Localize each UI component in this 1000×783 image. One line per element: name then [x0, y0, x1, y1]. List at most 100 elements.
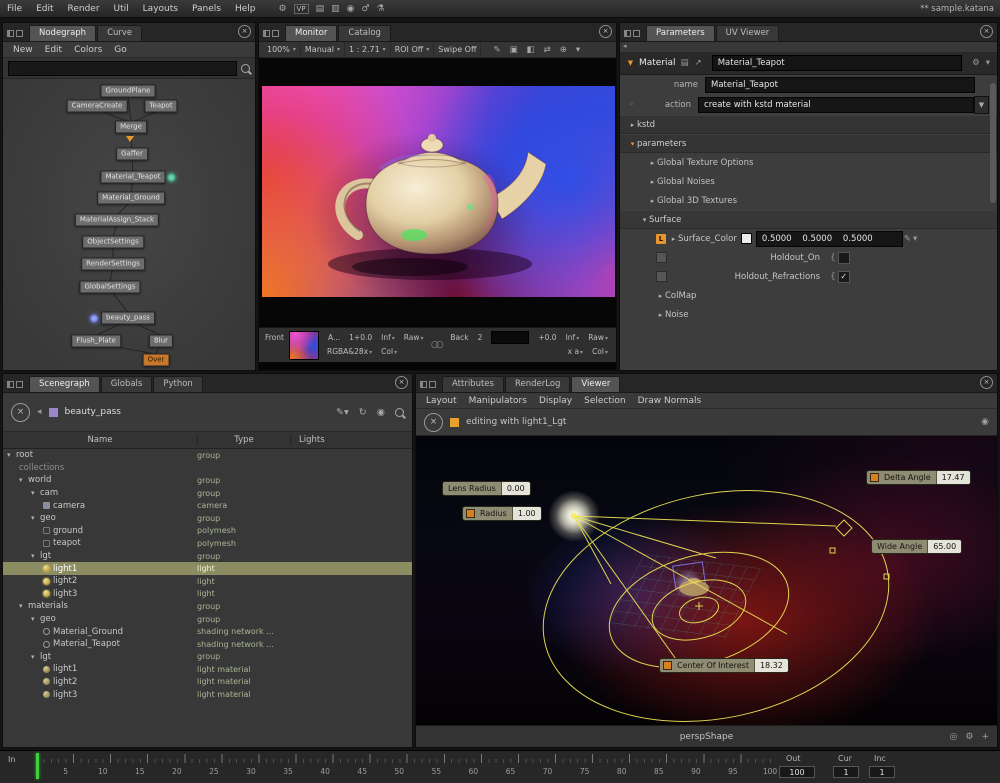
column-name[interactable]: Name: [3, 435, 198, 445]
background-swatch[interactable]: [491, 331, 529, 344]
scenegraph-row-light3[interactable]: light3light material: [3, 688, 412, 701]
search-icon[interactable]: [395, 408, 404, 417]
monitor-dropdown-swipe-off[interactable]: Swipe Off: [434, 42, 481, 57]
scenegraph-row-teapot[interactable]: teapotpolymesh: [3, 537, 412, 550]
expander-icon[interactable]: ▾: [31, 552, 40, 560]
scrollbar[interactable]: [990, 83, 996, 203]
scenegraph-row-light1[interactable]: light1light: [3, 562, 412, 575]
inf-dropdown[interactable]: Inf▾: [381, 333, 395, 342]
param-group-global-3d-textures[interactable]: ▸Global 3D Textures: [620, 191, 997, 210]
node-material_teapot[interactable]: Material_Teapot: [100, 171, 165, 184]
monitor-image-area[interactable]: [259, 58, 616, 327]
monitor-dropdown-roi-off[interactable]: ROI Off▾: [391, 42, 435, 57]
expander-icon[interactable]: ▾: [19, 476, 28, 484]
close-icon[interactable]: ×: [980, 25, 993, 38]
scenegraph-row-collections[interactable]: collections: [3, 462, 412, 475]
kstd-group-row[interactable]: ▸kstd: [620, 115, 997, 134]
tab-uv-viewer[interactable]: UV Viewer: [716, 25, 780, 41]
scenegraph-row-lgt[interactable]: ▾lgtgroup: [3, 550, 412, 563]
refresh-icon[interactable]: ↻: [359, 407, 367, 418]
scenegraph-row-material_ground[interactable]: Material_Groundshading network ...: [3, 625, 412, 638]
expander-icon[interactable]: ▾: [31, 653, 40, 661]
monitor-dropdown-manual[interactable]: Manual▾: [301, 42, 345, 57]
catalog-slot[interactable]: A...: [328, 333, 340, 342]
column-type[interactable]: Type: [198, 435, 291, 445]
pane-icons[interactable]: [624, 30, 640, 37]
node-cameracreate[interactable]: CameraCreate: [67, 100, 128, 113]
timeline[interactable]: In 5101520253035404550556065707580859095…: [0, 750, 1000, 783]
expander-icon[interactable]: ▾: [31, 514, 40, 522]
update-toggle-icon[interactable]: ◉: [981, 417, 989, 427]
node-objectsettings[interactable]: ObjectSettings: [82, 236, 144, 249]
pen-icon[interactable]: ✎▾: [336, 407, 349, 418]
working-set-icon[interactable]: ×: [11, 403, 30, 422]
node-beauty_pass[interactable]: beauty_pass: [101, 312, 155, 325]
viewer-3d-viewport[interactable]: Lens Radius0.00Radius1.00Delta Angle17.4…: [416, 436, 997, 725]
scenegraph-row-root[interactable]: ▾rootgroup: [3, 449, 412, 462]
gear-icon[interactable]: ⚙: [965, 732, 973, 742]
node-blur[interactable]: Blur: [149, 335, 173, 348]
tab-viewer[interactable]: Viewer: [571, 376, 620, 392]
live-update-icon[interactable]: ◉: [377, 407, 385, 418]
menu-help[interactable]: Help: [228, 4, 263, 14]
playhead[interactable]: [36, 753, 39, 779]
pane-icons[interactable]: [7, 30, 23, 37]
colorspace-dropdown[interactable]: Col▾: [381, 347, 397, 356]
holdout-refractions-checkbox[interactable]: ✓: [838, 271, 850, 283]
back-inf-dropdown[interactable]: Inf▾: [566, 333, 580, 342]
tab-python[interactable]: Python: [153, 376, 202, 392]
color-menu-icon[interactable]: ▾: [912, 234, 918, 244]
noise-group-row[interactable]: ▸Noise: [620, 305, 997, 324]
tab-curve[interactable]: Curve: [97, 25, 142, 41]
viewer-menu-selection[interactable]: Selection: [578, 396, 631, 406]
tab-scenegraph[interactable]: Scenegraph: [29, 376, 100, 392]
raw-dropdown[interactable]: Raw▾: [404, 333, 424, 342]
back-label[interactable]: Back: [450, 333, 468, 342]
action-dropdown-arrow[interactable]: ▼: [974, 96, 989, 114]
param-history-arrow[interactable]: ◂: [620, 42, 997, 51]
front-label[interactable]: Front: [265, 333, 284, 342]
tab-attributes[interactable]: Attributes: [442, 376, 504, 392]
working-set-icon[interactable]: ×: [424, 413, 443, 432]
gear-icon[interactable]: ⚙: [278, 4, 286, 14]
manipulator-label-center-of-interest[interactable]: Center Of Interest18.32: [659, 658, 789, 673]
camera-name[interactable]: perspShape: [680, 732, 734, 742]
scenegraph-row-camera[interactable]: cameracamera: [3, 499, 412, 512]
flask-icon[interactable]: ⚗: [377, 4, 385, 14]
pane-icons[interactable]: [263, 30, 279, 37]
viewer-menu-display[interactable]: Display: [533, 396, 578, 406]
scenegraph-row-light3[interactable]: light3light: [3, 588, 412, 601]
scenegraph-row-lgt[interactable]: ▾lgtgroup: [3, 651, 412, 664]
colmap-group-row[interactable]: ▸ColMap: [620, 286, 997, 305]
swap-icon[interactable]: ⇄: [542, 45, 553, 55]
close-icon[interactable]: ×: [599, 25, 612, 38]
nodegraph-menu-colors[interactable]: Colors: [68, 45, 108, 55]
manipulator-label-radius[interactable]: Radius1.00: [462, 506, 542, 521]
close-icon[interactable]: ×: [980, 376, 993, 389]
scenegraph-row-material_teapot[interactable]: Material_Teapotshading network ...: [3, 638, 412, 651]
out-field[interactable]: 100: [779, 766, 815, 778]
layers-icon[interactable]: ◧: [525, 45, 537, 55]
param-group-global-noises[interactable]: ▸Global Noises: [620, 172, 997, 191]
tab-renderlog[interactable]: RenderLog: [505, 376, 570, 392]
action-dropdown[interactable]: create with kstd material: [698, 97, 974, 113]
view-flag-icon[interactable]: [126, 136, 134, 142]
pen-icon[interactable]: ✎: [903, 234, 912, 244]
monitor-icon[interactable]: ▥: [331, 4, 340, 14]
menu-file[interactable]: File: [0, 4, 29, 14]
menu-panels[interactable]: Panels: [185, 4, 228, 14]
color-swatch[interactable]: [741, 233, 752, 244]
manipulator-label-lens-radius[interactable]: Lens Radius0.00: [442, 481, 531, 496]
tab-monitor[interactable]: Monitor: [285, 25, 337, 41]
expander-icon[interactable]: ▾: [19, 602, 28, 610]
scenegraph-row-cam[interactable]: ▾camgroup: [3, 487, 412, 500]
pane-icons[interactable]: [7, 381, 23, 388]
node-flush_plate[interactable]: Flush_Plate: [71, 335, 121, 348]
scenegraph-row-world[interactable]: ▾worldgroup: [3, 474, 412, 487]
inc-field[interactable]: 1: [869, 766, 895, 778]
wrench-icon[interactable]: ⚙: [971, 58, 981, 68]
scenegraph-row-materials[interactable]: ▾materialsgroup: [3, 600, 412, 613]
pin-icon[interactable]: ▤: [680, 58, 690, 68]
viewer-menu-layout[interactable]: Layout: [420, 396, 463, 406]
holdout-on-checkbox[interactable]: [838, 252, 850, 264]
